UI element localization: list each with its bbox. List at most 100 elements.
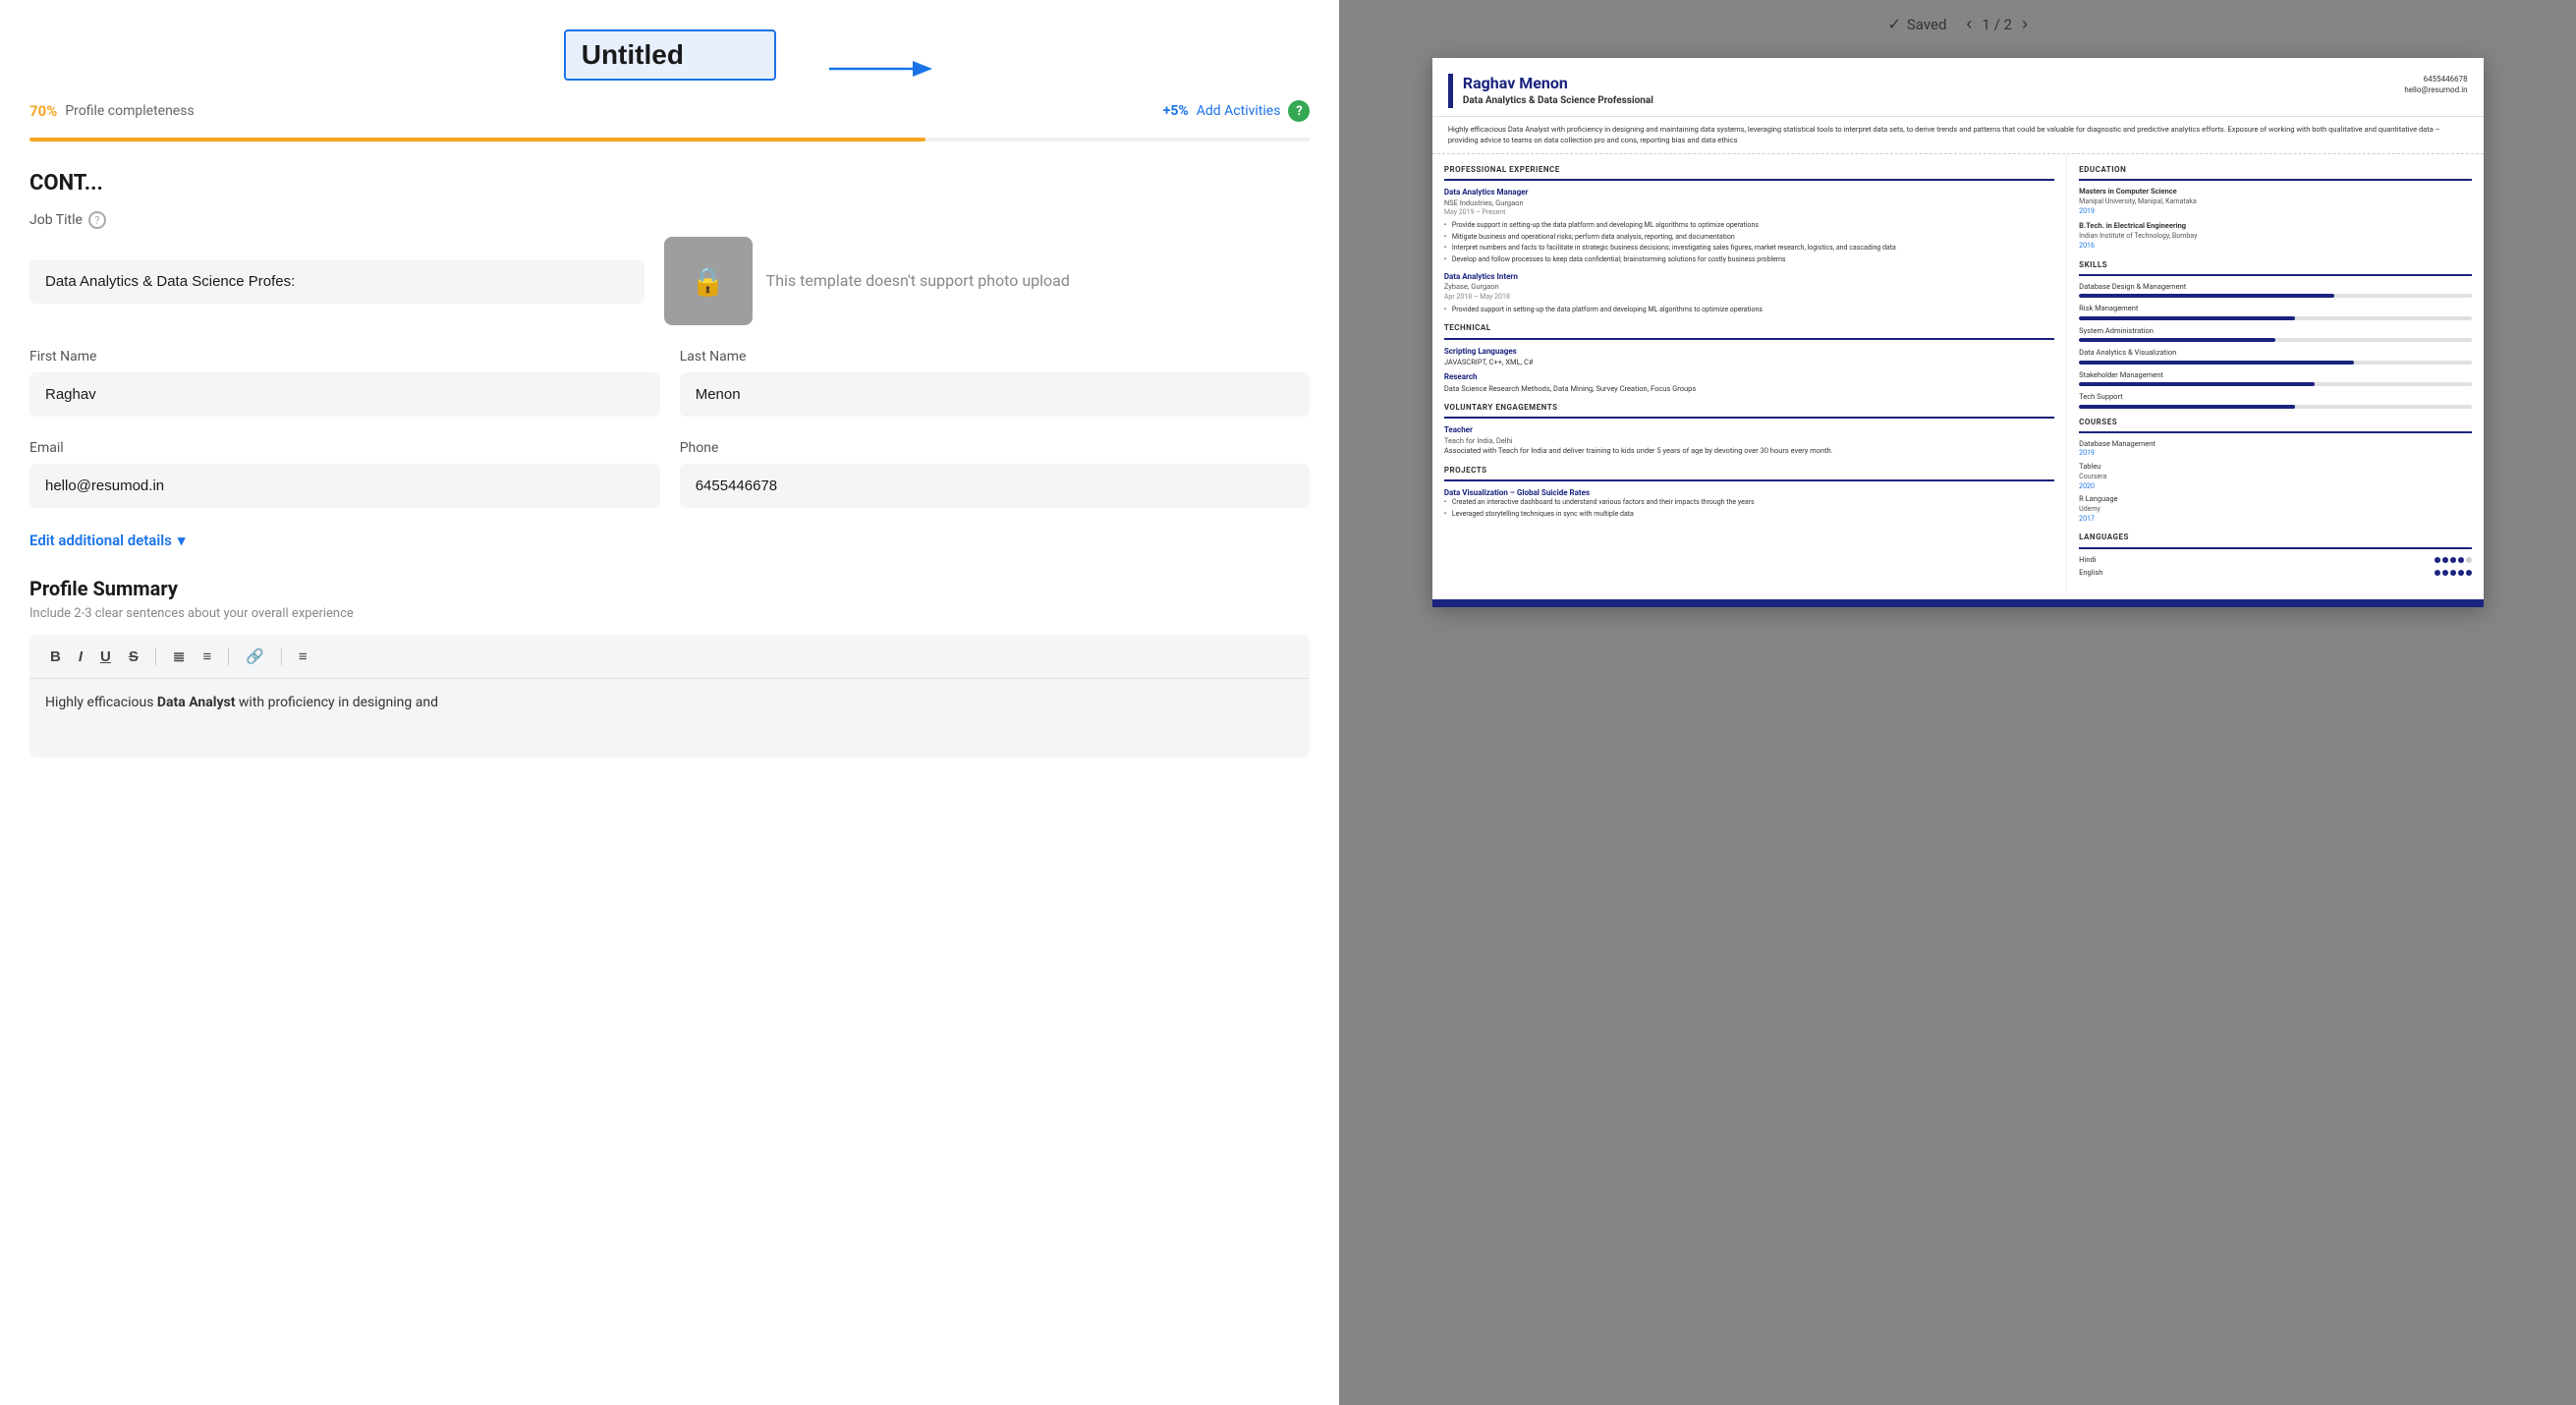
toolbar-separator-1	[155, 647, 156, 665]
editor-content[interactable]: Highly efficacious Data Analyst with pro…	[29, 679, 1310, 758]
resume-job-date-2: Apr 2018 – May 2018	[1444, 293, 2054, 303]
first-name-group: First Name	[29, 349, 660, 417]
job-title-row: Job Title ? 🔒 This template doesn't supp…	[29, 211, 1310, 325]
email-label: Email	[29, 440, 660, 456]
resume-summary-text: Highly efficacious Data Analyst with pro…	[1448, 125, 2440, 144]
profile-summary-subtitle: Include 2-3 clear sentences about your o…	[29, 606, 1310, 621]
underline-button[interactable]: U	[93, 646, 118, 668]
title-input-wrapper	[564, 29, 776, 81]
progress-plus: +5%	[1163, 103, 1189, 119]
help-icon[interactable]: ?	[1288, 100, 1310, 122]
job-title-input[interactable]	[29, 259, 644, 304]
job-title-help-icon[interactable]: ?	[88, 211, 106, 229]
last-name-input[interactable]	[680, 372, 1311, 417]
resume-body: PROFESSIONAL EXPERIENCE Data Analytics M…	[1432, 154, 2484, 590]
resume-section-bar-languages	[2079, 547, 2471, 549]
progress-left: 70% Profile completeness	[29, 102, 195, 120]
photo-placeholder: 🔒	[664, 237, 753, 325]
resume-title-input[interactable]	[582, 39, 758, 71]
resume-section-voluntary: VOLUNTARY ENGAGEMENTS	[1444, 402, 2054, 413]
resume-job-company-1: NSE Industries, Gurgaon	[1444, 198, 2054, 209]
first-name-label: First Name	[29, 349, 660, 365]
left-panel: 70% Profile completeness +5% Add Activit…	[0, 0, 1339, 1405]
resume-job-title-2: Data Analytics Intern	[1444, 271, 2054, 282]
align-button[interactable]: ≡	[292, 646, 314, 668]
right-header: ✓ Saved ‹ 1 / 2 ›	[1339, 0, 2576, 48]
resume-section-skills: SKILLS	[2079, 259, 2471, 270]
bold-button[interactable]: B	[43, 646, 68, 668]
job-title-label: Job Title ?	[29, 211, 1310, 229]
resume-section-education: EDUCATION	[2079, 164, 2471, 175]
resume-header-left: Raghav Menon Data Analytics & Data Scien…	[1448, 74, 2404, 108]
link-button[interactable]: 🔗	[239, 645, 271, 668]
first-name-input[interactable]	[29, 372, 660, 417]
add-activities-link[interactable]: Add Activities	[1197, 103, 1281, 119]
lang-row-english: English	[2079, 568, 2471, 579]
photo-message: This template doesn't support photo uplo…	[766, 270, 1070, 292]
resume-course-2: Tableu Coursera 2020	[2079, 462, 2471, 491]
resume-job-title-1: Data Analytics Manager	[1444, 187, 2054, 197]
next-page-button[interactable]: ›	[2022, 14, 2028, 34]
email-group: Email	[29, 440, 660, 508]
resume-technical-items: Scripting Languages JAVASCRIPT, C++, XML…	[1444, 346, 2054, 395]
pagination: ‹ 1 / 2 ›	[1966, 14, 2028, 34]
edit-additional-details[interactable]: Edit additional details ▾	[29, 532, 1310, 549]
progress-bar-container	[29, 138, 1310, 141]
toolbar-separator-2	[228, 647, 229, 665]
progress-area: 70% Profile completeness +5% Add Activit…	[0, 100, 1339, 138]
right-panel: ✓ Saved ‹ 1 / 2 › Raghav Menon Data Anal…	[1339, 0, 2576, 1405]
last-name-label: Last Name	[680, 349, 1311, 365]
resume-edu-2: B.Tech. in Electrical Engineering Indian…	[2079, 221, 2471, 251]
toolbar-separator-3	[281, 647, 282, 665]
progress-percent: 70%	[29, 102, 57, 120]
resume-section-bar-3	[1444, 417, 2054, 419]
skill-2: Risk Management	[2079, 304, 2471, 320]
ordered-list-button[interactable]: ≣	[166, 645, 193, 668]
progress-bar-fill	[29, 138, 925, 141]
unordered-list-button[interactable]: ≡	[196, 646, 218, 668]
resume-job-desc-1-1: Provide support in setting-up the data p…	[1444, 221, 2054, 231]
progress-label: Profile completeness	[65, 103, 194, 119]
strikethrough-button[interactable]: S	[122, 646, 145, 668]
resume-edu-1: Masters in Computer Science Manipal Univ…	[2079, 187, 2471, 216]
phone-input[interactable]	[680, 464, 1311, 508]
italic-button[interactable]: I	[72, 646, 89, 668]
resume-header-right: 6455446678 hello@resumod.in	[2404, 74, 2467, 108]
resume-preview: Raghav Menon Data Analytics & Data Scien…	[1432, 58, 2484, 607]
saved-indicator: ✓ Saved	[1887, 15, 1946, 33]
resume-job-company-2: Zybase, Gurgaon	[1444, 282, 2054, 293]
resume-section-bar-1	[1444, 179, 2054, 181]
resume-section-bar-skills	[2079, 274, 2471, 276]
contact-row: Email Phone	[29, 440, 1310, 508]
resume-section-bar-courses	[2079, 431, 2471, 433]
email-input[interactable]	[29, 464, 660, 508]
check-icon: ✓	[1887, 15, 1900, 33]
resume-candidate-title: Data Analytics & Data Science Profession…	[1463, 94, 2404, 108]
editor-toolbar: B I U S ≣ ≡ 🔗 ≡	[29, 635, 1310, 679]
skill-5: Stakeholder Management	[2079, 370, 2471, 387]
phone-label: Phone	[680, 440, 1311, 456]
resume-section-languages: LANGUAGES	[2079, 532, 2471, 542]
resume-job-desc-1-2: Mitigate business and operational risks;…	[1444, 233, 2054, 243]
resume-section-bar-2	[1444, 338, 2054, 340]
resume-job-desc-2-1: Provided support in setting-up the data …	[1444, 306, 2054, 315]
resume-job-desc-1-3: Interpret numbers and facts to facilitat…	[1444, 244, 2054, 253]
lang-row-hindi: Hindi	[2079, 555, 2471, 566]
resume-email: hello@resumod.in	[2404, 84, 2467, 95]
resume-job-desc-1-4: Develop and follow processes to keep dat…	[1444, 255, 2054, 265]
resume-job-1: Data Analytics Manager NSE Industries, G…	[1444, 187, 2054, 265]
resume-summary: Highly efficacious Data Analyst with pro…	[1432, 117, 2484, 154]
prev-page-button[interactable]: ‹	[1966, 14, 1972, 34]
page-indicator: 1 / 2	[1982, 16, 2012, 33]
profile-summary-section: Profile Summary Include 2-3 clear senten…	[0, 577, 1339, 758]
title-area	[0, 0, 1339, 100]
skill-3: System Administration	[2079, 326, 2471, 343]
resume-section-courses: COURSES	[2079, 417, 2471, 427]
form-area: Job Title ? 🔒 This template doesn't supp…	[0, 211, 1339, 508]
skill-4: Data Analytics & Visualization	[2079, 348, 2471, 365]
resume-main: PROFESSIONAL EXPERIENCE Data Analytics M…	[1432, 154, 2067, 590]
resume-voluntary-1: Teacher Teach for India, Delhi Associate…	[1444, 424, 2054, 456]
saved-label: Saved	[1907, 16, 1947, 33]
resume-project-1: Data Visualization – Global Suicide Rate…	[1444, 487, 2054, 520]
resume-job-2: Data Analytics Intern Zybase, Gurgaon Ap…	[1444, 271, 2054, 314]
